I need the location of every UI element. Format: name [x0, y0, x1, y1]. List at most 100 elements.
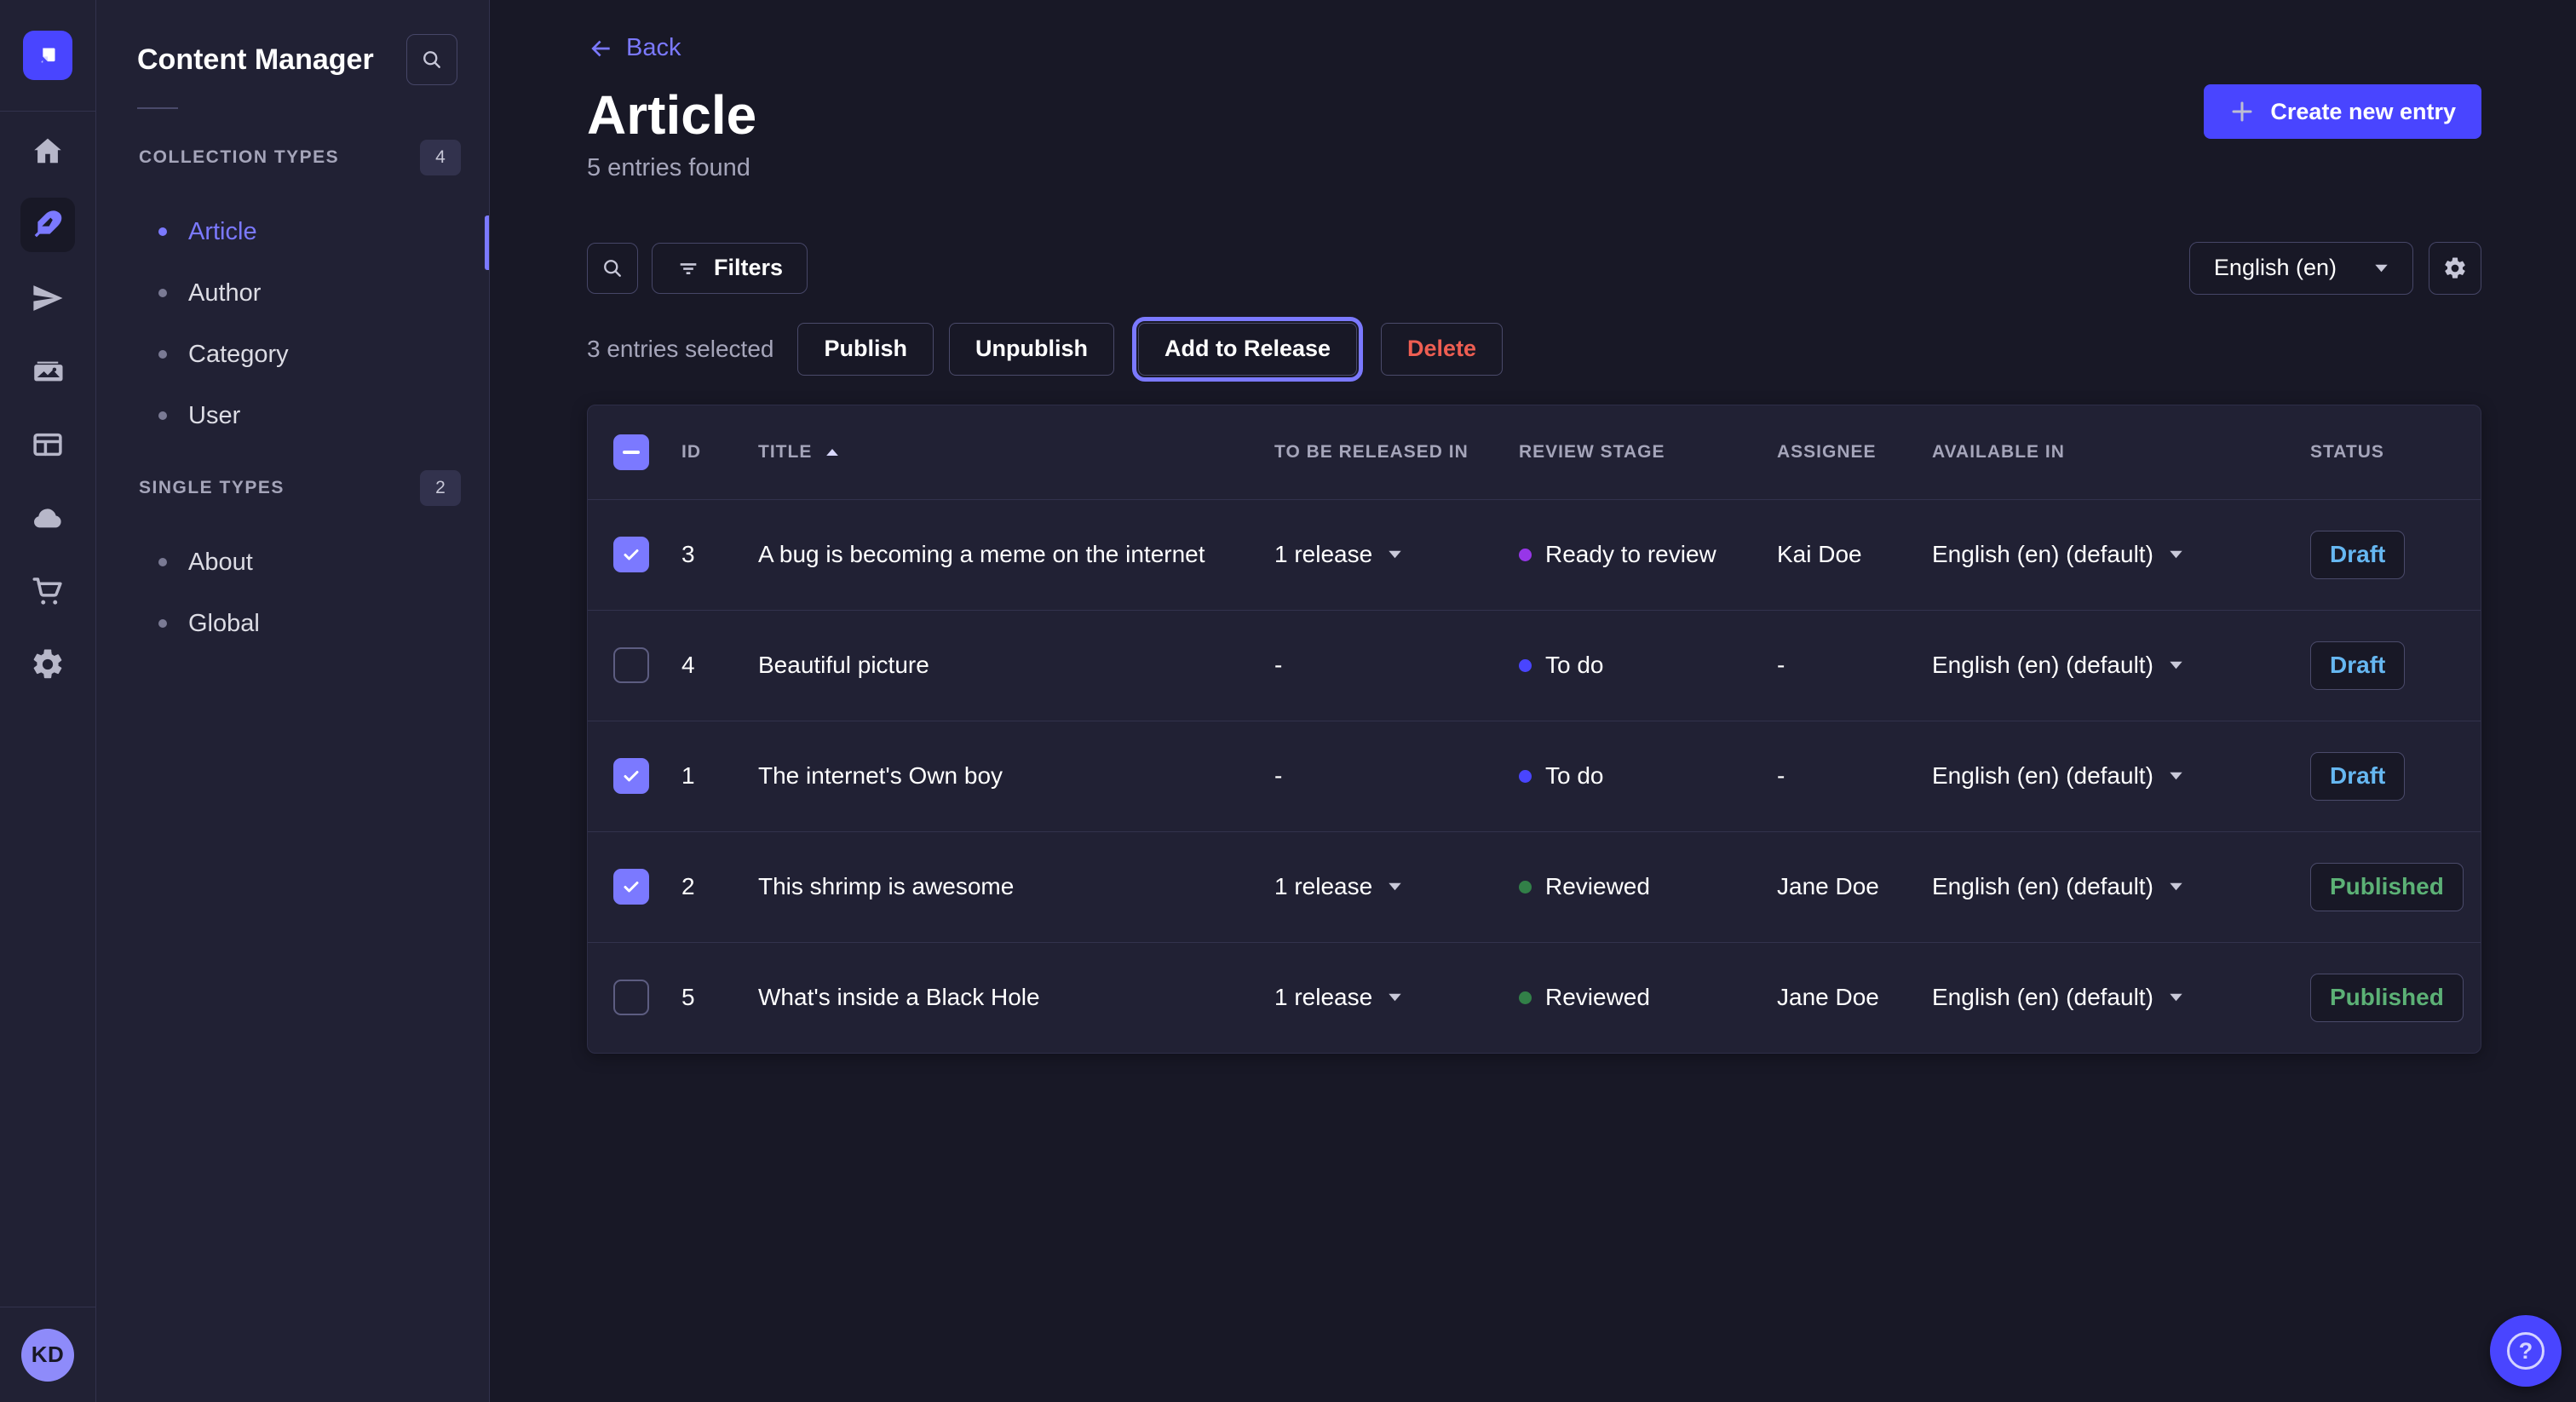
nav-marketplace[interactable]: [0, 554, 95, 628]
table-row[interactable]: 3 A bug is becoming a meme on the intern…: [588, 499, 2481, 610]
rail-nav: [0, 112, 95, 1307]
delete-button[interactable]: Delete: [1381, 323, 1503, 376]
subnav-section: SINGLE TYPES 2 About Global: [96, 470, 489, 654]
create-new-entry-button[interactable]: Create new entry: [2204, 84, 2481, 139]
back-link[interactable]: Back: [587, 34, 681, 62]
home-icon: [30, 134, 66, 170]
chevron-down-icon: [2169, 771, 2183, 781]
sidebar-item-user[interactable]: User: [96, 385, 489, 446]
feather-icon: [31, 208, 65, 242]
release-value: -: [1274, 762, 1282, 790]
layout-icon: [30, 427, 66, 463]
available-in-cell[interactable]: English (en) (default): [1932, 762, 2310, 790]
plus-icon: [2229, 99, 2255, 124]
available-in-cell[interactable]: English (en) (default): [1932, 652, 2310, 679]
sidebar-item-label: Article: [188, 218, 257, 246]
row-checkbox[interactable]: [613, 869, 649, 905]
column-header-review-stage[interactable]: REVIEW STAGE: [1519, 442, 1777, 463]
sidebar-item-article[interactable]: Article: [96, 201, 489, 262]
locale-select[interactable]: English (en): [2189, 242, 2413, 295]
table-row[interactable]: 1 The internet's Own boy - To do - Engli…: [588, 721, 2481, 831]
column-header-id[interactable]: ID: [681, 442, 758, 463]
review-stage-cell: To do: [1519, 762, 1777, 790]
help-button[interactable]: ?: [2490, 1315, 2562, 1387]
assignee: Jane Doe: [1777, 873, 1932, 900]
table-row[interactable]: 4 Beautiful picture - To do - English (e…: [588, 610, 2481, 721]
entry-title: This shrimp is awesome: [758, 873, 1274, 900]
table-header-row: ID TITLE TO BE RELEASED IN REVIEW STAGE …: [588, 405, 2481, 499]
publish-button[interactable]: Publish: [797, 323, 934, 376]
release-cell[interactable]: 1 release: [1274, 873, 1519, 900]
row-checkbox[interactable]: [613, 537, 649, 572]
filter-icon: [676, 256, 700, 280]
sidebar-item-label: Category: [188, 341, 289, 369]
nav-content-type-builder[interactable]: [0, 408, 95, 481]
search-button[interactable]: [587, 243, 638, 294]
subnav-search-button[interactable]: [406, 34, 457, 85]
locale-value: English (en) (default): [1932, 984, 2153, 1011]
release-value: -: [1274, 652, 1282, 679]
selected-count-label: 3 entries selected: [587, 336, 773, 363]
create-button-label: Create new entry: [2270, 99, 2456, 125]
strapi-logo[interactable]: [23, 31, 72, 80]
cart-icon: [30, 573, 66, 609]
chevron-down-icon: [1388, 882, 1402, 892]
available-in-cell[interactable]: English (en) (default): [1932, 984, 2310, 1011]
section-count-badge: 2: [420, 470, 461, 506]
select-all-checkbox[interactable]: [613, 434, 649, 470]
subnav-section: COLLECTION TYPES 4 Article Author Catego…: [96, 140, 489, 446]
rail-user-section: KD: [0, 1307, 95, 1402]
table-body: 3 A bug is becoming a meme on the intern…: [588, 499, 2481, 1053]
sidebar-item-label: Global: [188, 610, 260, 638]
main-nav-rail: KD: [0, 0, 96, 1402]
sidebar-item-author[interactable]: Author: [96, 262, 489, 324]
view-settings-button[interactable]: [2429, 242, 2481, 295]
nav-settings[interactable]: [0, 628, 95, 701]
status-badge: Published: [2310, 974, 2464, 1022]
column-header-title[interactable]: TITLE: [758, 442, 1274, 463]
column-header-release[interactable]: TO BE RELEASED IN: [1274, 442, 1519, 463]
nav-releases[interactable]: [0, 261, 95, 335]
entry-title: What's inside a Black Hole: [758, 984, 1274, 1011]
available-in-cell[interactable]: English (en) (default): [1932, 873, 2310, 900]
filters-button[interactable]: Filters: [652, 243, 808, 294]
add-to-release-button[interactable]: Add to Release: [1138, 323, 1357, 376]
release-cell[interactable]: 1 release: [1274, 541, 1519, 568]
sidebar-item-about[interactable]: About: [96, 531, 489, 593]
review-stage-cell: To do: [1519, 652, 1777, 679]
toolbar: Filters English (en): [587, 242, 2481, 295]
stage-label: To do: [1545, 652, 1604, 679]
row-checkbox[interactable]: [613, 758, 649, 794]
nav-home[interactable]: [0, 115, 95, 188]
column-header-available-in[interactable]: AVAILABLE IN: [1932, 442, 2310, 463]
sidebar-item-global[interactable]: Global: [96, 593, 489, 654]
logo-box: [0, 0, 95, 112]
nav-content-manager[interactable]: [0, 188, 95, 261]
nav-media-library[interactable]: [0, 335, 95, 408]
section-label: COLLECTION TYPES: [139, 147, 339, 168]
column-header-status[interactable]: STATUS: [2310, 442, 2455, 463]
unpublish-button[interactable]: Unpublish: [949, 323, 1114, 376]
page-title: Article: [587, 84, 756, 147]
column-header-assignee[interactable]: ASSIGNEE: [1777, 442, 1932, 463]
entry-title: The internet's Own boy: [758, 762, 1274, 790]
release-cell[interactable]: 1 release: [1274, 984, 1519, 1011]
release-cell[interactable]: -: [1274, 652, 1519, 679]
sidebar-item-category[interactable]: Category: [96, 324, 489, 385]
bullet-icon: [158, 289, 167, 297]
stage-dot-icon: [1519, 881, 1532, 893]
row-checkbox[interactable]: [613, 980, 649, 1015]
avatar[interactable]: KD: [21, 1329, 74, 1382]
table-row[interactable]: 5 What's inside a Black Hole 1 release R…: [588, 942, 2481, 1053]
stage-dot-icon: [1519, 991, 1532, 1004]
row-checkbox[interactable]: [613, 647, 649, 683]
sort-asc-icon: [825, 447, 839, 457]
table-row[interactable]: 2 This shrimp is awesome 1 release Revie…: [588, 831, 2481, 942]
subnav-divider: [137, 107, 178, 109]
nav-deploy[interactable]: [0, 481, 95, 554]
entry-title: Beautiful picture: [758, 652, 1274, 679]
bullet-icon: [158, 558, 167, 566]
release-cell[interactable]: -: [1274, 762, 1519, 790]
available-in-cell[interactable]: English (en) (default): [1932, 541, 2310, 568]
status-badge: Draft: [2310, 531, 2405, 579]
